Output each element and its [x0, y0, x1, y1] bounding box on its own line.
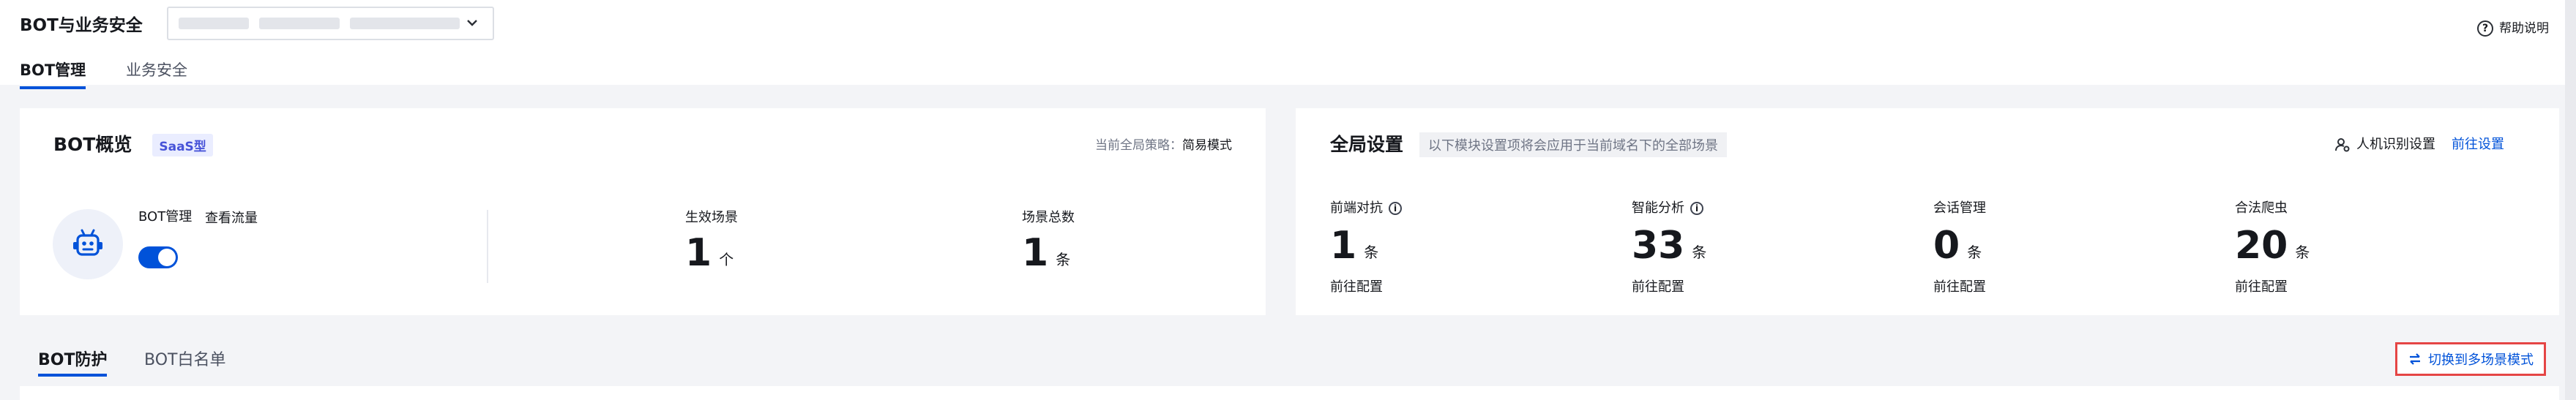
overview-title: BOT概览: [53, 134, 132, 155]
content-panel: [20, 386, 2559, 400]
captcha-label: 人机识别设置: [2356, 137, 2435, 152]
item-unit: 条: [1692, 244, 1707, 261]
help-label: 帮助说明: [2499, 21, 2549, 36]
tab-label: 业务安全: [126, 61, 187, 79]
global-item-legal-crawler: 合法爬虫: [2235, 199, 2288, 218]
domain-text-blurred: [350, 18, 460, 29]
item-label: 智能分析: [1632, 200, 1684, 216]
item-unit: 条: [2295, 244, 2310, 261]
tab-label: BOT防护: [38, 351, 108, 369]
global-title: 全局设置: [1330, 134, 1404, 155]
tab-bot-whitelist[interactable]: BOT白名单: [144, 347, 225, 374]
strategy-label: 当前全局策略：: [1095, 138, 1182, 153]
swap-icon: [2410, 353, 2420, 365]
item-label: 合法爬虫: [2235, 200, 2288, 216]
divider: [487, 210, 488, 283]
global-item-session: 会话管理: [1933, 199, 1986, 218]
saas-badge: SaaS型: [152, 133, 213, 156]
strategy-info: 当前全局策略：简易模式: [1095, 136, 1232, 155]
domain-text-blurred: [259, 18, 340, 29]
item-value: 0: [1933, 224, 1960, 268]
strategy-value: 简易模式: [1182, 138, 1232, 153]
item-label: 会话管理: [1933, 200, 1986, 216]
goto-config-link[interactable]: 前往配置: [1632, 278, 1684, 297]
domain-select[interactable]: [167, 7, 494, 40]
page-title: BOT与业务安全: [20, 16, 143, 35]
stat-value: 1: [685, 231, 712, 275]
captcha-settings: 人机识别设置 前往设置: [2334, 135, 2504, 155]
user-settings-icon: [2335, 138, 2350, 152]
item-unit: 条: [1364, 244, 1379, 261]
overview-header: BOT概览 SaaS型: [53, 132, 213, 158]
tab-active-indicator: [20, 86, 86, 89]
item-label: 前端对抗: [1330, 200, 1383, 216]
stat-total-scenes: 1 条: [1022, 233, 1070, 273]
switch-button-label: 切换到多场景模式: [2428, 352, 2534, 368]
item-value: 20: [2235, 224, 2288, 268]
stat-value: 1: [1022, 231, 1049, 275]
robot-avatar: [53, 209, 123, 279]
bot-manage-toggle[interactable]: [138, 246, 178, 268]
goto-config-link[interactable]: 前往配置: [2235, 278, 2288, 297]
global-item-frontend: 前端对抗 i: [1330, 199, 1402, 218]
stat-unit: 条: [1056, 251, 1071, 268]
item-value: 33: [1632, 224, 1685, 268]
stat-label: 生效场景: [685, 210, 738, 225]
info-icon[interactable]: i: [1690, 202, 1703, 215]
goto-config-link[interactable]: 前往配置: [1933, 278, 1986, 297]
toggle-knob: [158, 249, 176, 266]
info-icon[interactable]: i: [1389, 202, 1402, 215]
tab-label: BOT管理: [20, 61, 86, 79]
bot-manage-label: BOT管理: [138, 209, 193, 224]
stat-unit: 个: [719, 251, 734, 268]
global-item-value: 33 条: [1632, 225, 1706, 266]
stat-label: 场景总数: [1022, 210, 1075, 225]
robot-icon: [73, 229, 102, 256]
tab-bot-management[interactable]: BOT管理: [20, 56, 86, 89]
view-traffic-link[interactable]: 查看流量: [205, 209, 258, 228]
question-icon: ?: [2477, 20, 2493, 37]
scrollbar-track[interactable]: [2565, 0, 2576, 400]
global-header: 全局设置 以下模块设置项将会应用于当前域名下的全部场景: [1330, 132, 1728, 158]
global-item-value: 0 条: [1933, 225, 1982, 266]
tab-label: BOT白名单: [144, 351, 226, 369]
tab-active-indicator: [38, 374, 108, 377]
chevron-down-icon: [467, 20, 477, 26]
switch-multi-scene-button[interactable]: 切换到多场景模式: [2395, 342, 2546, 376]
item-value: 1: [1330, 224, 1357, 268]
global-item-value: 1 条: [1330, 225, 1378, 266]
goto-config-link[interactable]: 前往配置: [1330, 278, 1383, 297]
domain-text-blurred: [179, 18, 249, 29]
tab-bot-protection[interactable]: BOT防护: [38, 347, 108, 377]
goto-settings-link[interactable]: 前往设置: [2452, 135, 2504, 155]
help-link[interactable]: ? 帮助说明: [2477, 16, 2549, 41]
global-item-value: 20 条: [2235, 225, 2310, 266]
tab-business-security[interactable]: 业务安全: [126, 56, 187, 85]
global-description: 以下模块设置项将会应用于当前域名下的全部场景: [1419, 132, 1728, 157]
stat-active-scenes: 1 个: [685, 233, 733, 273]
item-unit: 条: [1967, 244, 1982, 261]
global-item-smart-analysis: 智能分析 i: [1632, 199, 1703, 218]
